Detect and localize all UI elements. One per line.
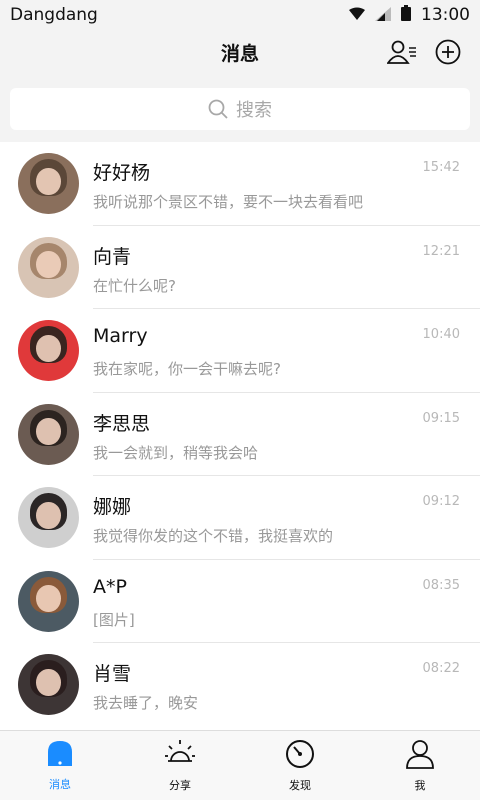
avatar[interactable] <box>18 236 79 298</box>
tab-label: 分享 <box>169 778 191 792</box>
avatar[interactable] <box>18 403 79 465</box>
conversation-content: 李思思 我一会就到，稍等我会哈 09:15 <box>93 393 480 476</box>
tab-bar: 消息 分享 发现 我 <box>0 730 480 800</box>
avatar[interactable] <box>18 487 79 549</box>
tab-3[interactable]: 我 <box>360 731 480 800</box>
conversation-item[interactable]: 好好杨 我听说那个景区不错，要不一块去看看吧 15:42 <box>0 142 480 226</box>
conversation-content: 肖雪 我去睡了，晚安 08:22 <box>93 643 480 727</box>
message-preview: [图片] <box>93 610 135 629</box>
message-preview: 在忙什么呢? <box>93 276 176 295</box>
status-bar: Dangdang 13:00 <box>0 0 480 30</box>
contacts-button[interactable] <box>386 36 418 68</box>
avatar-face <box>36 585 61 613</box>
conversation-content: 好好杨 我听说那个景区不错，要不一块去看看吧 15:42 <box>93 142 480 226</box>
contact-name: 李思思 <box>93 412 151 435</box>
avatar-face <box>36 501 61 529</box>
conversation-content: A*P [图片] 08:35 <box>93 560 480 643</box>
avatar[interactable] <box>18 153 79 215</box>
screen: Dangdang 13:00 消息 搜索 好好杨 我听说那个景区不错，要不一块去… <box>0 0 480 800</box>
message-time: 08:22 <box>422 661 460 676</box>
contact-name: 娜娜 <box>93 496 132 518</box>
avatar[interactable] <box>18 320 79 382</box>
conversation-list: 好好杨 我听说那个景区不错，要不一块去看看吧 15:42 向青 在忙什么呢? 1… <box>0 142 480 732</box>
tab-1[interactable]: 分享 <box>120 731 240 800</box>
conversation-content: 向青 在忙什么呢? 12:21 <box>93 226 480 309</box>
message-preview: 我去睡了，晚安 <box>93 694 199 712</box>
person-icon <box>406 739 434 773</box>
clock: 13:00 <box>421 5 470 25</box>
nav-actions <box>386 36 464 68</box>
contact-name: 向青 <box>93 245 132 268</box>
add-button[interactable] <box>432 36 464 68</box>
message-time: 15:42 <box>422 160 460 175</box>
signal-icon <box>375 6 391 25</box>
tab-2[interactable]: 发现 <box>240 731 360 800</box>
contacts-list-icon <box>387 40 416 64</box>
avatar-face <box>36 167 61 195</box>
avatar-face <box>36 668 61 696</box>
nav-bar: 消息 <box>0 30 480 74</box>
tab-0[interactable]: 消息 <box>0 731 120 800</box>
message-time: 12:21 <box>422 243 460 259</box>
search-icon <box>208 99 228 119</box>
plus-circle-icon <box>435 39 461 65</box>
conversation-item[interactable]: 娜娜 我觉得你发的这个不错，我挺喜欢的 09:12 <box>0 476 480 560</box>
contact-name: A*P <box>93 575 127 598</box>
conversation-content: Marry 我在家呢，你一会干嘛去呢? 10:40 <box>93 309 480 393</box>
message-preview: 我觉得你发的这个不错，我挺喜欢的 <box>93 527 334 545</box>
avatar-face <box>36 251 61 279</box>
compass-icon <box>285 739 315 773</box>
tab-label: 消息 <box>49 777 71 791</box>
avatar-face <box>36 334 61 362</box>
conversation-item[interactable]: 李思思 我一会就到，稍等我会哈 09:15 <box>0 393 480 476</box>
status-icons: 13:00 <box>349 5 470 25</box>
avatar[interactable] <box>18 570 79 632</box>
conversation-item[interactable]: A*P [图片] 08:35 <box>0 560 480 643</box>
search-input[interactable]: 搜索 <box>10 88 470 130</box>
message-preview: 我听说那个景区不错，要不一块去看看吧 <box>93 193 364 211</box>
message-time: 09:12 <box>422 494 460 509</box>
conversation-item[interactable]: 向青 在忙什么呢? 12:21 <box>0 226 480 309</box>
message-bubble-icon <box>47 740 73 772</box>
search-container: 搜索 <box>0 74 480 142</box>
contact-name: 肖雪 <box>93 663 132 685</box>
message-preview: 我在家呢，你一会干嘛去呢? <box>93 360 281 378</box>
wifi-icon <box>349 6 365 25</box>
battery-icon <box>401 5 411 25</box>
conversation-item[interactable]: Marry 我在家呢，你一会干嘛去呢? 10:40 <box>0 309 480 393</box>
conversation-content: 娜娜 我觉得你发的这个不错，我挺喜欢的 09:12 <box>93 476 480 560</box>
message-time: 10:40 <box>422 327 460 342</box>
search-placeholder: 搜索 <box>236 100 272 121</box>
tab-label: 我 <box>414 778 426 792</box>
contact-name: Marry <box>93 325 148 347</box>
message-preview: 我一会就到，稍等我会哈 <box>93 443 259 462</box>
avatar-face <box>36 418 61 446</box>
page-title: 消息 <box>220 42 259 65</box>
sun-icon <box>165 739 195 773</box>
carrier-label: Dangdang <box>10 5 98 25</box>
conversation-item[interactable]: 肖雪 我去睡了，晚安 08:22 <box>0 643 480 727</box>
avatar[interactable] <box>18 654 79 716</box>
contact-name: 好好杨 <box>93 162 151 184</box>
message-time: 08:35 <box>422 577 460 593</box>
tab-label: 发现 <box>289 778 311 792</box>
message-time: 09:15 <box>422 410 460 426</box>
